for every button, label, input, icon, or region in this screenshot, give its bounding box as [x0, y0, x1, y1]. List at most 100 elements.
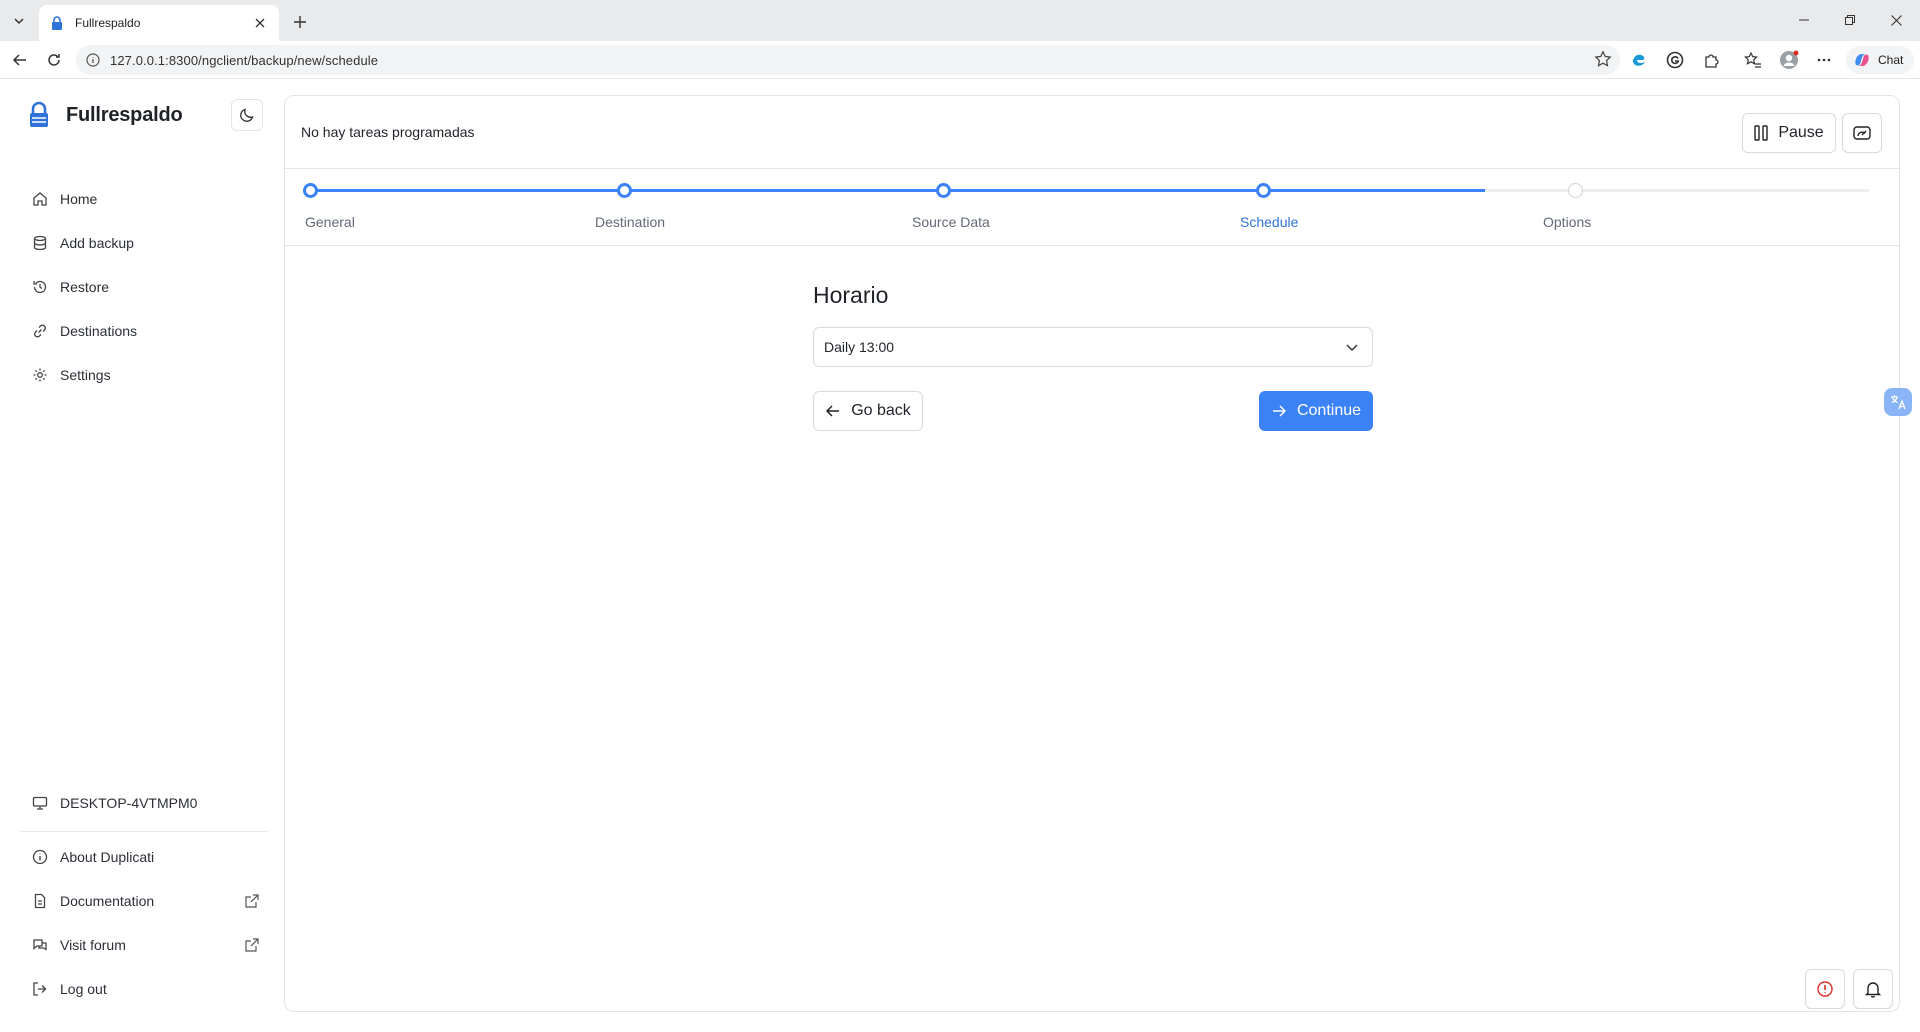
sidebar-item-label: Visit forum: [60, 937, 126, 953]
info-icon: [32, 849, 48, 865]
continue-button[interactable]: Continue: [1259, 391, 1373, 431]
step-label-general[interactable]: General: [305, 214, 355, 230]
gauge-icon: [1853, 126, 1871, 140]
step-label-source-data[interactable]: Source Data: [912, 214, 990, 230]
minimize-button[interactable]: [1790, 8, 1818, 32]
sidebar-links: About Duplicati Documentation Visit foru…: [20, 835, 270, 1011]
browser-tab-active[interactable]: Fullrespaldo: [39, 5, 279, 41]
brand-name: Fullrespaldo: [66, 103, 183, 126]
step-dot-general[interactable]: [303, 183, 318, 198]
step-dot-options[interactable]: [1568, 183, 1583, 198]
pause-button[interactable]: Pause: [1742, 113, 1836, 153]
puzzle-icon: [1705, 54, 1719, 68]
home-icon: [33, 192, 47, 206]
machine-name-item: DESKTOP-4VTMPM0: [20, 781, 270, 825]
step-label-schedule[interactable]: Schedule: [1240, 214, 1298, 230]
sidebar-item-home[interactable]: Home: [20, 177, 270, 221]
step-label-options[interactable]: Options: [1543, 214, 1591, 230]
arrow-left-icon: [12, 54, 26, 66]
back-nav-button[interactable]: [8, 48, 32, 72]
step-dot-schedule[interactable]: [1256, 183, 1271, 198]
go-back-button[interactable]: Go back: [813, 391, 923, 431]
step-dot-source-data[interactable]: [936, 183, 951, 198]
throttle-button[interactable]: [1842, 113, 1882, 153]
continue-label: Continue: [1296, 402, 1362, 419]
sidebar-item-settings[interactable]: Settings: [20, 353, 270, 397]
sidebar-item-label: Log out: [60, 981, 107, 997]
tab-list-button[interactable]: [6, 8, 32, 34]
star-icon[interactable]: [1594, 50, 1612, 68]
sidebar-item-label: Documentation: [60, 893, 155, 909]
lock-logo-icon: [30, 101, 48, 127]
pause-label: Pause: [1778, 124, 1824, 141]
copilot-icon: [1855, 54, 1869, 66]
sidebar-item-label: Restore: [60, 279, 110, 295]
sidebar-item-forum[interactable]: Visit forum: [20, 923, 270, 967]
new-tab-button[interactable]: [288, 10, 312, 34]
external-link-icon: [245, 894, 259, 908]
plus-icon: [294, 16, 306, 28]
logout-icon: [33, 982, 47, 996]
tab-close-button[interactable]: [251, 14, 269, 32]
restore-button[interactable]: [1836, 8, 1864, 32]
sidebar-divider: [20, 831, 268, 832]
address-bar[interactable]: 127.0.0.1:8300/ngclient/backup/new/sched…: [76, 45, 1620, 75]
step-label-destination[interactable]: Destination: [595, 214, 665, 230]
history-icon: [33, 280, 47, 294]
external-link-icon: [245, 938, 259, 952]
lock-icon: [52, 16, 62, 30]
favorites-button[interactable]: [1742, 49, 1764, 71]
sidebar-item-logout[interactable]: Log out: [20, 967, 270, 1011]
g-circle-icon: [1666, 51, 1684, 69]
extension-edge-button[interactable]: [1628, 49, 1650, 71]
translate-widget-button[interactable]: [1884, 388, 1912, 416]
status-bar: No hay tareas programadas Pause: [285, 96, 1899, 169]
sidebar-nav: Home Add backup Restore Destinations Set…: [20, 177, 270, 397]
database-icon: [33, 235, 47, 251]
brand[interactable]: Fullrespaldo: [28, 101, 183, 129]
error-status-button[interactable]: [1805, 969, 1845, 1009]
theme-toggle-button[interactable]: [231, 99, 263, 131]
more-menu-button[interactable]: [1813, 49, 1835, 71]
sidebar-item-label: About Duplicati: [60, 849, 155, 865]
app-root: Fullrespaldo Home Add backup Restore Des…: [0, 79, 1920, 1032]
close-icon: [255, 18, 265, 28]
schedule-form: Horario Daily 13:00 Go back Continue: [813, 282, 1373, 431]
sidebar-item-restore[interactable]: Restore: [20, 265, 270, 309]
link-icon: [34, 324, 46, 338]
avatar-icon: [1780, 50, 1799, 69]
step-dot-destination[interactable]: [617, 183, 632, 198]
schedule-select[interactable]: Daily 13:00: [813, 327, 1373, 367]
sidebar: Fullrespaldo Home Add backup Restore Des…: [0, 79, 284, 1032]
wizard-stepper: General Destination Source Data Schedule…: [285, 170, 1899, 246]
close-icon: [1890, 14, 1902, 26]
form-actions: Go back Continue: [813, 391, 1373, 431]
sidebar-item-label: Destinations: [60, 323, 138, 339]
site-info-icon[interactable]: [86, 53, 100, 67]
reload-button[interactable]: [42, 48, 66, 72]
go-back-label: Go back: [851, 402, 911, 419]
minimize-icon: [1799, 19, 1809, 21]
chevron-down-icon: [1346, 344, 1358, 352]
schedule-status-text: No hay tareas programadas: [301, 124, 475, 140]
sidebar-item-label: Home: [60, 191, 98, 207]
translate-icon: [1891, 395, 1906, 410]
favorites-icon: [1744, 51, 1761, 68]
notifications-button[interactable]: [1853, 969, 1893, 1009]
profile-button[interactable]: [1778, 49, 1800, 71]
browser-tab-strip: Fullrespaldo: [0, 0, 1920, 41]
sidebar-item-about[interactable]: About Duplicati: [20, 835, 270, 879]
moon-icon: [240, 108, 254, 122]
stepper-progress: [317, 189, 1485, 192]
alert-circle-icon: [1817, 981, 1833, 997]
sidebar-item-destinations[interactable]: Destinations: [20, 309, 270, 353]
extensions-button[interactable]: [1701, 49, 1723, 71]
copilot-chat-button[interactable]: Chat: [1846, 46, 1914, 74]
arrow-left-icon: [826, 405, 840, 417]
machine-name: DESKTOP-4VTMPM0: [60, 795, 198, 811]
extension-grammar-button[interactable]: [1664, 49, 1686, 71]
browser-logo-icon: [1633, 54, 1645, 66]
sidebar-item-add-backup[interactable]: Add backup: [20, 221, 270, 265]
close-window-button[interactable]: [1882, 8, 1910, 32]
sidebar-item-documentation[interactable]: Documentation: [20, 879, 270, 923]
